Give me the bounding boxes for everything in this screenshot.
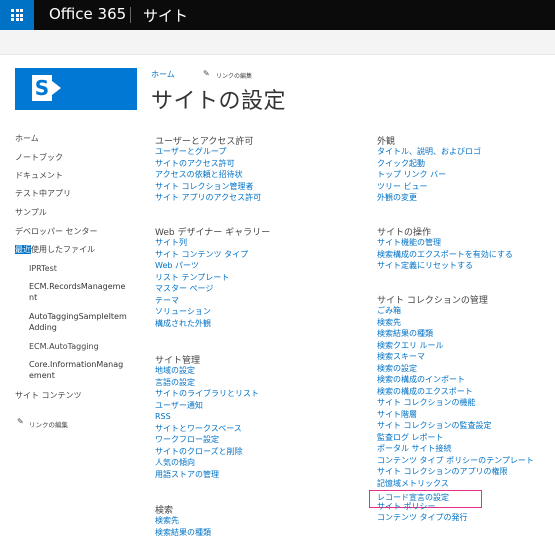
link-content-type-publishing[interactable]: コンテンツ タイプの発行	[377, 512, 534, 524]
link-app-permissions[interactable]: サイト アプリのアクセス許可	[155, 192, 261, 204]
recent-selected-text: 最近	[15, 245, 31, 254]
link-web-parts[interactable]: Web パーツ	[155, 260, 248, 272]
link-collection-admins[interactable]: サイト コレクション管理者	[155, 181, 261, 193]
link-rss[interactable]: RSS	[155, 411, 259, 423]
link-top-link-bar[interactable]: トップ リンク バー	[377, 169, 481, 181]
link-content-types[interactable]: サイト コンテンツ タイプ	[155, 249, 248, 261]
section-users-links: ユーザーとグループ サイトのアクセス許可 アクセスの依頼と招待状 サイト コレク…	[155, 146, 261, 204]
link-search-settings[interactable]: 検索の設定	[377, 363, 534, 375]
link-audit-settings[interactable]: サイト コレクションの監査設定	[377, 420, 534, 432]
recent-item-autotagging-sample[interactable]: AutoTaggingSampleItemAdding	[29, 311, 127, 333]
link-quick-launch[interactable]: クイック起動	[377, 158, 481, 170]
link-recycle-bin[interactable]: ごみ箱	[377, 305, 534, 317]
link-title-logo[interactable]: タイトル、説明、およびロゴ	[377, 146, 481, 158]
recent-label: 使用したファイル	[31, 245, 95, 254]
section-search-links: 検索先 検索結果の種類	[155, 515, 211, 538]
link-search-config-import[interactable]: 検索の構成のインポート	[377, 374, 534, 386]
recent-item-ecm-autotagging[interactable]: ECM.AutoTagging	[29, 342, 99, 351]
link-solutions[interactable]: ソリューション	[155, 306, 248, 318]
link-enable-search-export[interactable]: 検索構成のエクスポートを有効にする	[377, 249, 513, 261]
link-collection-features[interactable]: サイト コレクションの機能	[377, 397, 534, 409]
link-collection-app-permissions[interactable]: サイト コレクションのアプリの権限	[377, 466, 534, 478]
recent-item-information-management[interactable]: Core.InformationManagement	[29, 359, 127, 381]
link-result-sources[interactable]: 検索先	[155, 515, 211, 527]
link-regional-settings[interactable]: 地域の設定	[155, 365, 259, 377]
link-collection-result-sources[interactable]: 検索先	[377, 317, 534, 329]
ribbon-strip	[0, 30, 555, 55]
link-query-rules[interactable]: 検索クエリ ルール	[377, 340, 534, 352]
suite-divider	[130, 7, 131, 23]
nav-item-developer-center[interactable]: デベロッパー センター	[15, 226, 98, 237]
link-access-requests[interactable]: アクセスの依頼と招待状	[155, 169, 261, 181]
link-users-groups[interactable]: ユーザーとグループ	[155, 146, 261, 158]
link-search-config-export[interactable]: 検索の構成のエクスポート	[377, 386, 534, 398]
nav-item-site-contents[interactable]: サイト コンテンツ	[15, 390, 82, 401]
section-look-feel-links: タイトル、説明、およびロゴ クイック起動 トップ リンク バー ツリー ビュー …	[377, 146, 481, 204]
link-tree-view[interactable]: ツリー ビュー	[377, 181, 481, 193]
link-reset-site-definition[interactable]: サイト定義にリセットする	[377, 260, 513, 272]
nav-item-notebook[interactable]: ノートブック	[15, 152, 63, 163]
nav-item-apps-in-testing[interactable]: テスト中アプリ	[15, 188, 71, 199]
link-themes[interactable]: テーマ	[155, 295, 248, 307]
link-site-permissions[interactable]: サイトのアクセス許可	[155, 158, 261, 170]
link-popularity-trends[interactable]: 人気の傾向	[155, 457, 259, 469]
link-audit-log-reports[interactable]: 監査ログ レポート	[377, 432, 534, 444]
link-storage-metrics[interactable]: 記憶域メトリックス	[377, 478, 534, 490]
link-site-hierarchy[interactable]: サイト階層	[377, 409, 534, 421]
link-manage-features[interactable]: サイト機能の管理	[377, 237, 513, 249]
link-record-declaration-settings[interactable]: レコード宣言の設定	[377, 492, 534, 504]
link-change-look[interactable]: 外観の変更	[377, 192, 481, 204]
sharepoint-icon: S	[32, 75, 52, 101]
nav-item-documents[interactable]: ドキュメント	[15, 170, 63, 181]
recent-item-iprtest[interactable]: IPRTest	[29, 264, 57, 273]
link-composed-looks[interactable]: 構成された外観	[155, 318, 248, 330]
section-collection-links: ごみ箱 検索先 検索結果の種類 検索クエリ ルール 検索スキーマ 検索の設定 検…	[377, 305, 534, 524]
section-web-designer-links: サイト列 サイト コンテンツ タイプ Web パーツ リスト テンプレート マス…	[155, 237, 248, 329]
link-libraries-lists[interactable]: サイトのライブラリとリスト	[155, 388, 259, 400]
page-title: サイトの設定	[151, 89, 287, 114]
link-term-store[interactable]: 用語ストアの管理	[155, 469, 259, 481]
office365-brand[interactable]: Office 365	[49, 5, 126, 23]
link-portal-connection[interactable]: ポータル サイト接続	[377, 443, 534, 455]
link-language-settings[interactable]: 言語の設定	[155, 377, 259, 389]
nav-edit-links-button[interactable]: リンクの編集	[29, 419, 68, 429]
nav-item-recent[interactable]: 最近使用したファイル	[15, 244, 95, 255]
link-user-alerts[interactable]: ユーザー通知	[155, 400, 259, 412]
app-title[interactable]: サイト	[143, 5, 188, 26]
recent-item-records-management[interactable]: ECM.RecordsManagement	[29, 281, 127, 303]
section-site-actions-links: サイト機能の管理 検索構成のエクスポートを有効にする サイト定義にリセットする	[377, 237, 513, 272]
nav-item-home[interactable]: ホーム	[15, 133, 39, 144]
link-search-schema[interactable]: 検索スキーマ	[377, 351, 534, 363]
nav-item-samples[interactable]: サンプル	[15, 207, 47, 218]
link-content-type-policy[interactable]: コンテンツ タイプ ポリシーのテンプレート	[377, 455, 534, 467]
section-site-admin-links: 地域の設定 言語の設定 サイトのライブラリとリスト ユーザー通知 RSS サイト…	[155, 365, 259, 480]
link-site-closure[interactable]: サイトのクローズと削除	[155, 446, 259, 458]
waffle-icon	[11, 9, 23, 21]
pencil-icon: ✎	[203, 69, 210, 78]
link-result-types[interactable]: 検索結果の種類	[155, 527, 211, 539]
link-master-pages[interactable]: マスター ページ	[155, 283, 248, 295]
link-sites-workspaces[interactable]: サイトとワークスペース	[155, 423, 259, 435]
pencil-icon: ✎	[17, 417, 24, 426]
link-collection-result-types[interactable]: 検索結果の種類	[377, 328, 534, 340]
link-list-templates[interactable]: リスト テンプレート	[155, 272, 248, 284]
link-site-columns[interactable]: サイト列	[155, 237, 248, 249]
edit-links-button[interactable]: リンクの編集	[216, 71, 252, 80]
link-workflow-settings[interactable]: ワークフロー設定	[155, 434, 259, 446]
sharepoint-arrow-icon	[52, 81, 61, 95]
breadcrumb-home-link[interactable]: ホーム	[151, 69, 175, 80]
